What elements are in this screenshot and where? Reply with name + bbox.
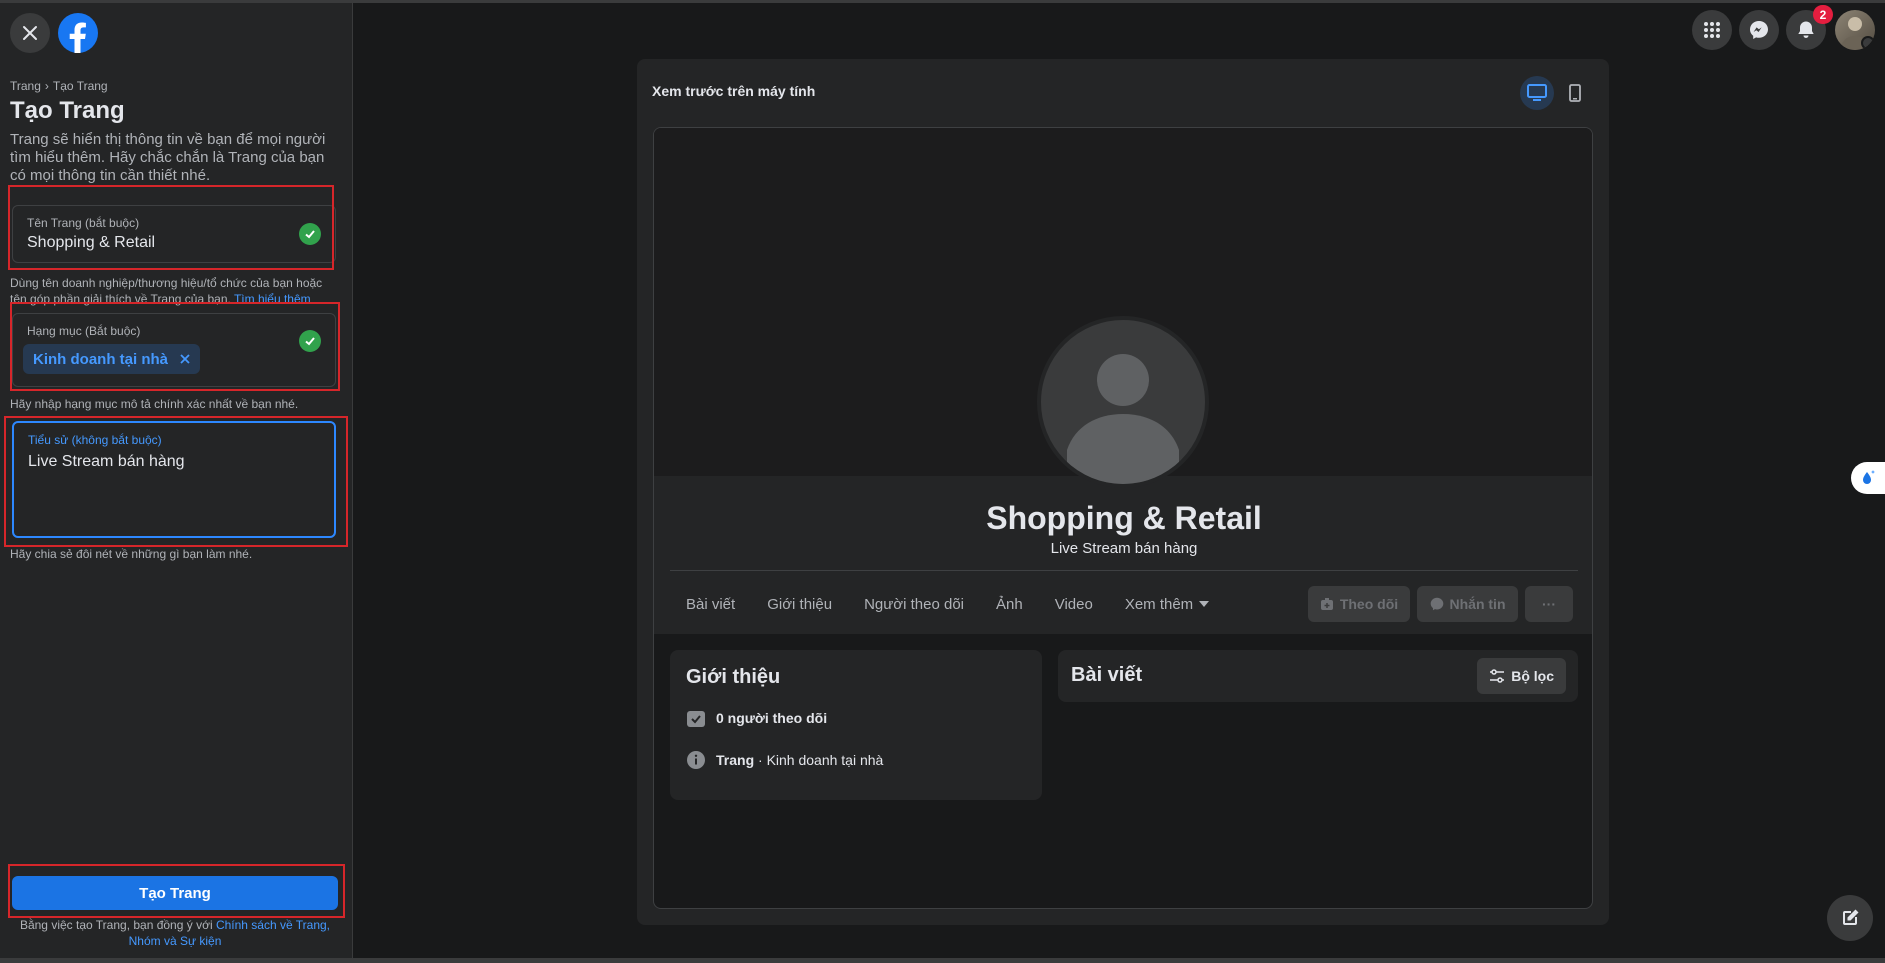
category-chip[interactable]: Kinh doanh tại nhà xyxy=(23,344,200,374)
new-message-button[interactable] xyxy=(1827,895,1873,941)
bio-label: Tiểu sử (không bắt buộc) xyxy=(28,433,162,447)
page-type-text: Trang · Kinh doanh tại nhà xyxy=(716,752,883,768)
follow-button[interactable]: Theo dõi xyxy=(1308,586,1410,622)
notification-badge: 2 xyxy=(1813,5,1833,24)
messenger-icon xyxy=(1430,597,1443,611)
check-icon xyxy=(299,330,321,352)
tab-videos[interactable]: Video xyxy=(1039,596,1109,613)
droplet-icon xyxy=(1863,470,1875,484)
page-description: Trang sẽ hiển thị thông tin về bạn để mọ… xyxy=(10,131,326,184)
category-hint: Hãy nhập hạng mục mô tả chính xác nhất v… xyxy=(10,397,299,411)
remove-chip-icon[interactable] xyxy=(180,354,190,364)
breadcrumb-separator: › xyxy=(44,79,49,93)
bell-icon xyxy=(1798,21,1814,38)
preview-page-name: Shopping & Retail xyxy=(986,500,1262,536)
terms-text: Bằng việc tạo Trang, bạn đồng ý với xyxy=(19,918,216,932)
default-person-icon xyxy=(1067,354,1179,484)
tab-more-label: Xem thêm xyxy=(1124,595,1194,613)
page-name-field[interactable]: Tên Trang (bắt buộc) Shopping & Retail xyxy=(12,205,336,263)
preview-title: Xem trước trên máy tính xyxy=(652,83,816,99)
page-type-row: Trang · Kinh doanh tại nhà xyxy=(686,750,883,770)
page: Trang › Tạo Trang Tạo Trang Trang sẽ hiển … xyxy=(0,0,1885,963)
close-button[interactable] xyxy=(10,13,50,53)
page-type-bold: Trang xyxy=(716,752,755,768)
bio-field[interactable]: Tiểu sử (không bắt buộc) Live Stream bán… xyxy=(12,421,336,538)
caret-down-icon xyxy=(1199,601,1210,607)
follow-label: Theo dõi xyxy=(1339,596,1399,612)
chevron-down-icon xyxy=(1861,36,1875,50)
tab-about[interactable]: Giới thiệu xyxy=(751,596,848,613)
compose-icon xyxy=(1843,909,1859,925)
mobile-preview-button[interactable] xyxy=(1558,76,1592,110)
followers-icon xyxy=(687,711,705,727)
desktop-icon xyxy=(1527,84,1547,101)
followers-count: 0 người theo dõi xyxy=(716,710,828,726)
intro-card: Giới thiệu 0 người theo dõi Trang · Kinh… xyxy=(670,650,1042,800)
profile-picture-placeholder xyxy=(1037,316,1209,488)
filter-icon xyxy=(1490,669,1505,683)
terms-notice: Bằng việc tạo Trang, bạn đồng ý với Chín… xyxy=(10,917,340,949)
page-preview-frame: Shopping & Retail Live Stream bán hàng B… xyxy=(653,127,1593,909)
breadcrumb: Trang › Tạo Trang xyxy=(10,79,108,93)
followers-row: 0 người theo dõi xyxy=(686,708,827,728)
preview-tabs: Bài viết Giới thiệu Người theo dõi Ảnh V… xyxy=(670,586,1225,622)
create-page-sidebar: Trang › Tạo Trang Tạo Trang Trang sẽ hiển … xyxy=(0,3,353,958)
mobile-icon xyxy=(1569,84,1581,102)
breadcrumb-pages-link[interactable]: Trang xyxy=(10,79,41,93)
message-button[interactable]: Nhắn tin xyxy=(1417,586,1518,622)
facebook-logo-icon[interactable] xyxy=(58,13,98,53)
learn-more-link[interactable]: Tìm hiểu thêm xyxy=(234,292,311,306)
create-page-button[interactable]: Tạo Trang xyxy=(12,876,338,910)
follow-icon xyxy=(1320,598,1333,610)
intro-title: Giới thiệu xyxy=(686,666,781,688)
desktop-preview-panel: Xem trước trên máy tính Shopping & Retai… xyxy=(637,59,1609,925)
menu-button[interactable] xyxy=(1692,10,1732,50)
bio-hint: Hãy chia sẻ đôi nét về những gì bạn làm … xyxy=(10,547,253,561)
messenger-icon xyxy=(1750,21,1768,39)
menu-grid-icon xyxy=(1704,22,1720,38)
breadcrumb-current: Tạo Trang xyxy=(52,79,108,93)
tab-followers[interactable]: Người theo dõi xyxy=(848,596,980,613)
close-icon xyxy=(23,26,37,40)
preview-page-bio: Live Stream bán hàng xyxy=(1050,540,1198,557)
category-field[interactable]: Hạng mục (Bắt buộc) Kinh doanh tại nhà xyxy=(12,313,336,387)
more-actions-button[interactable]: ··· xyxy=(1525,586,1573,622)
bio-value[interactable]: Live Stream bán hàng xyxy=(28,453,185,471)
more-actions-label: ··· xyxy=(1542,596,1556,612)
desktop-preview-button[interactable] xyxy=(1520,76,1554,110)
tab-more[interactable]: Xem thêm xyxy=(1109,596,1225,613)
page-type-category: · Kinh doanh tại nhà xyxy=(754,752,884,768)
info-icon xyxy=(687,751,705,769)
page-title: Tạo Trang xyxy=(10,97,125,124)
messenger-button[interactable] xyxy=(1739,10,1779,50)
check-icon xyxy=(299,223,321,245)
posts-card: Bài viết Bộ lọc xyxy=(1058,650,1578,702)
page-name-value[interactable]: Shopping & Retail xyxy=(27,234,155,252)
header-divider xyxy=(670,570,1578,571)
extension-tab[interactable] xyxy=(1851,462,1885,494)
bottom-border xyxy=(0,958,1885,963)
category-chip-label: Kinh doanh tại nhà xyxy=(33,350,168,368)
tab-posts[interactable]: Bài viết xyxy=(670,596,751,613)
filter-button[interactable]: Bộ lọc xyxy=(1477,658,1566,694)
message-label: Nhắn tin xyxy=(1449,596,1506,612)
avatar[interactable] xyxy=(1835,10,1875,50)
category-label: Hạng mục (Bắt buộc) xyxy=(27,324,141,338)
filter-label: Bộ lọc xyxy=(1511,668,1554,684)
tab-photos[interactable]: Ảnh xyxy=(980,596,1039,613)
posts-title: Bài viết xyxy=(1071,664,1143,686)
page-name-hint: Dùng tên doanh nghiệp/thương hiệu/tổ chứ… xyxy=(10,275,340,307)
page-name-label: Tên Trang (bắt buộc) xyxy=(27,216,140,230)
